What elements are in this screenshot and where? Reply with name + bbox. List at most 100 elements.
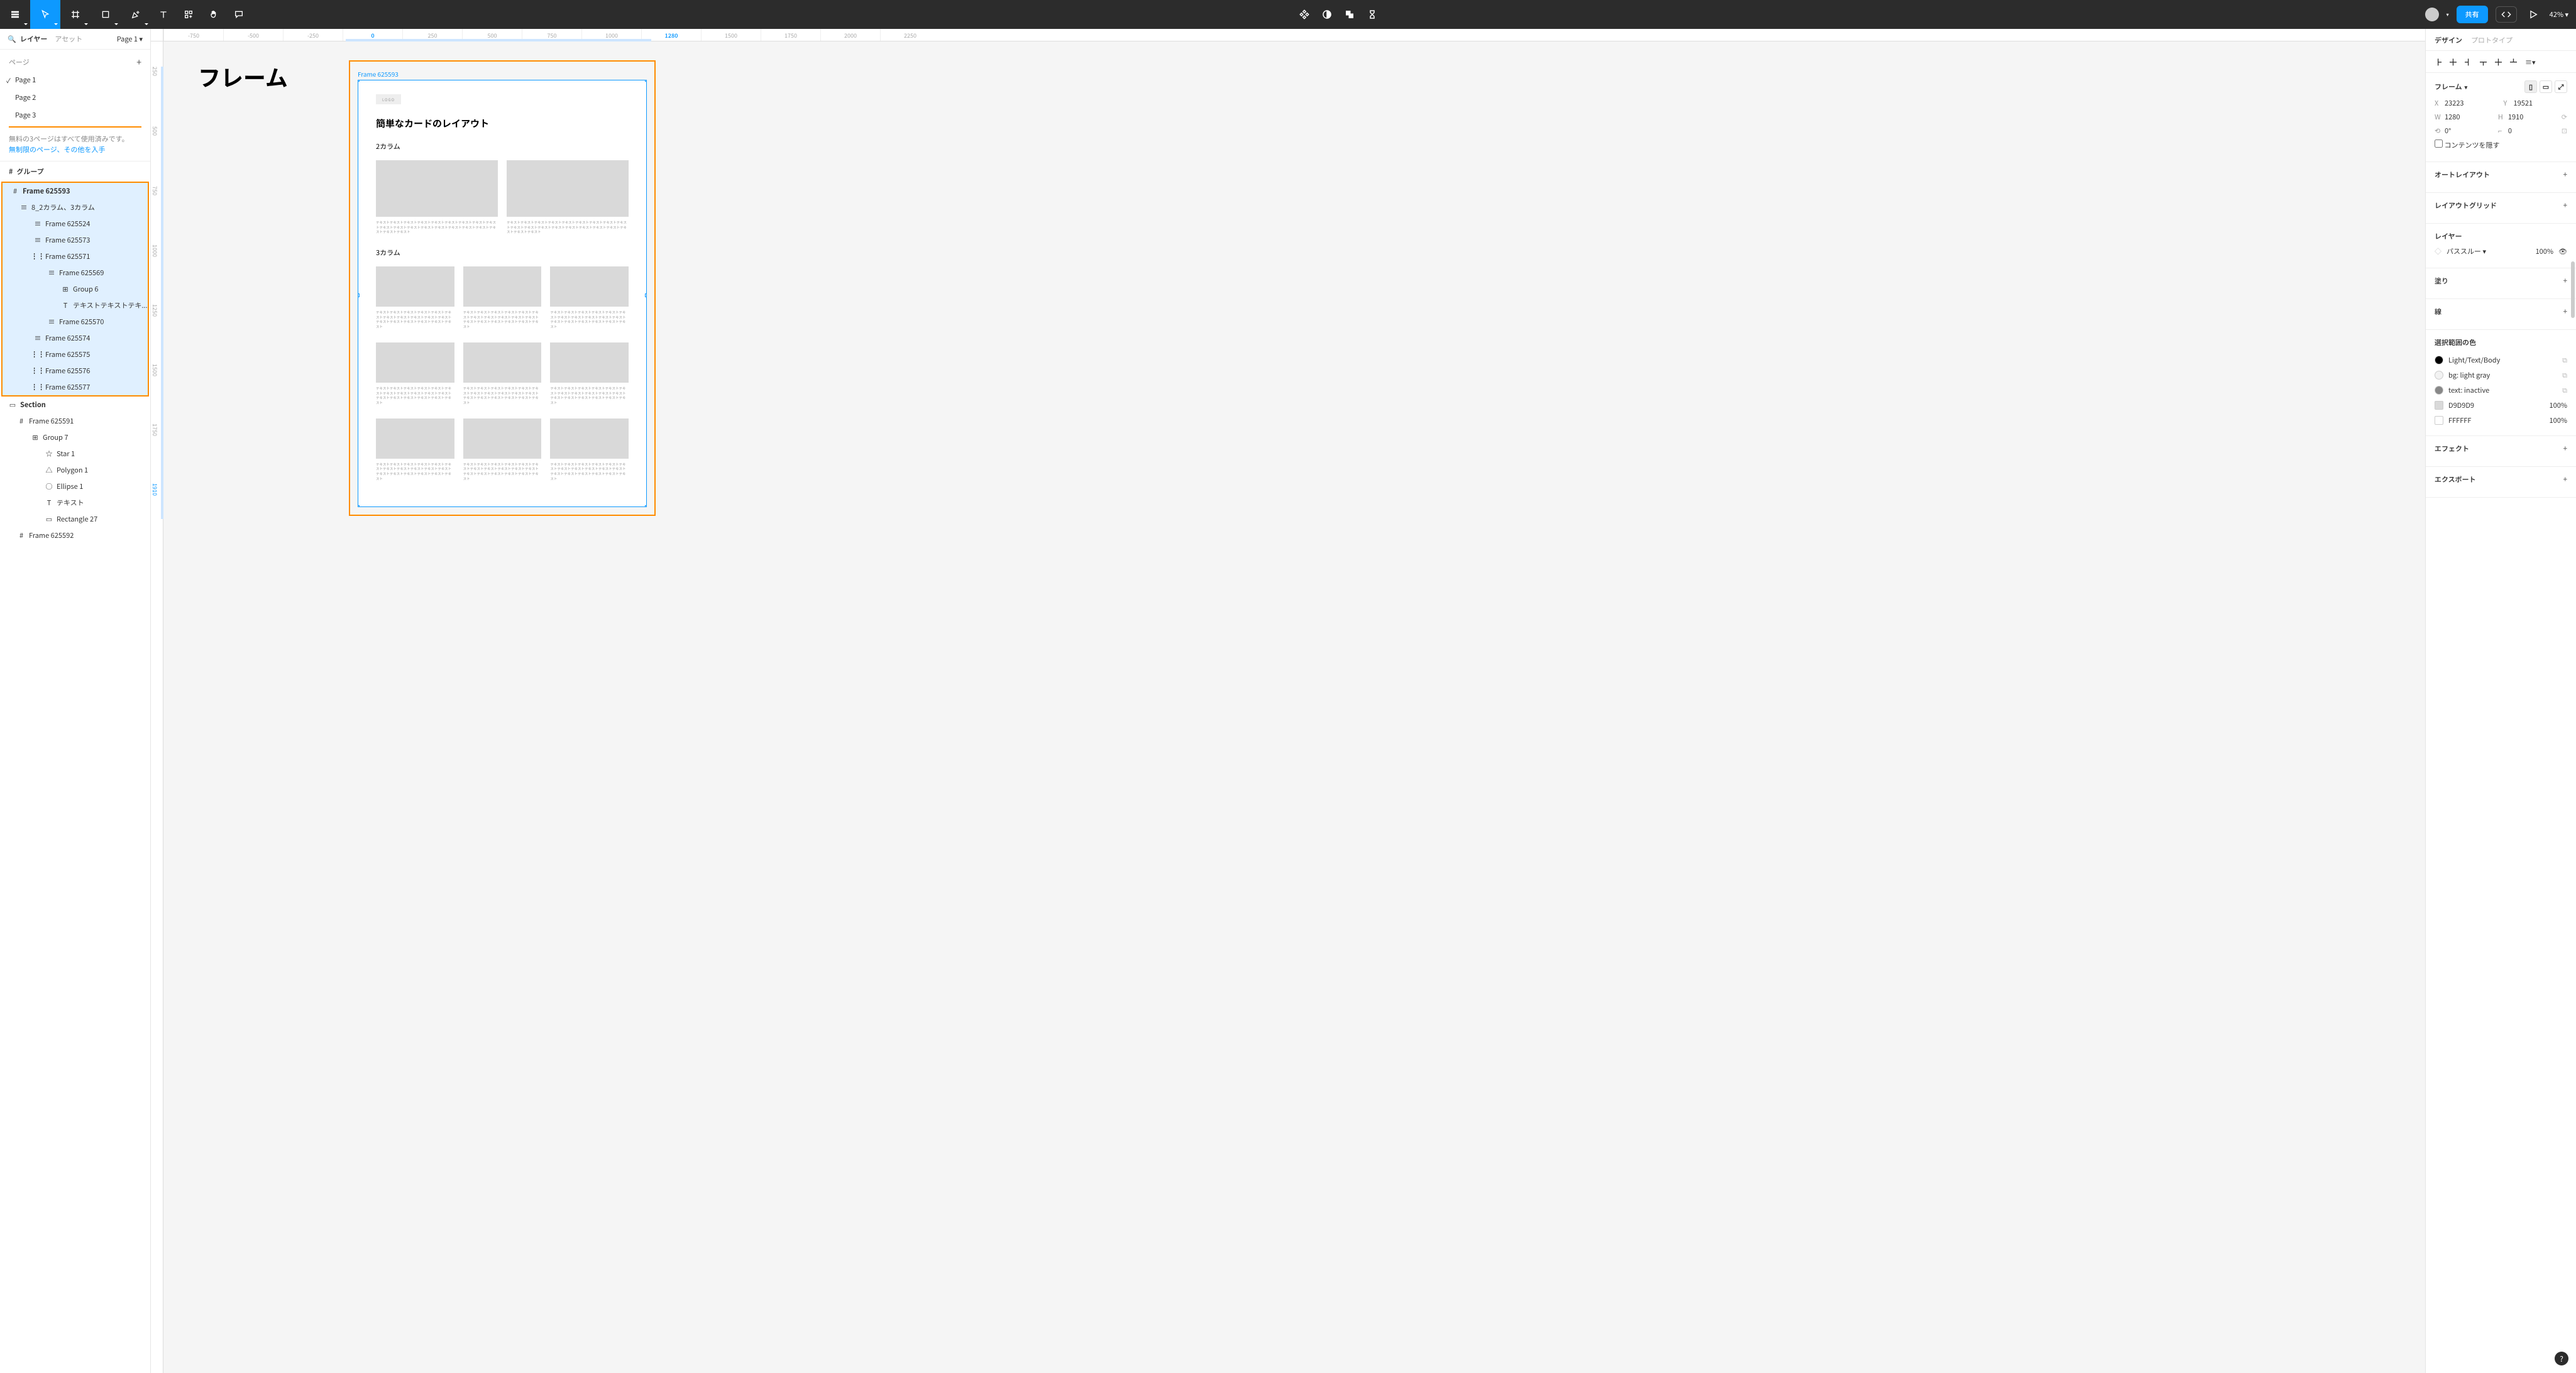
pen-tool[interactable] bbox=[121, 0, 151, 29]
page-row-1[interactable]: Page 1 bbox=[0, 71, 150, 89]
layer-text[interactable]: Tテキスト bbox=[0, 495, 150, 511]
resize-handle[interactable] bbox=[645, 80, 647, 82]
corner-value[interactable]: 0 bbox=[2508, 126, 2512, 136]
align-right-icon[interactable]: ┫ bbox=[2465, 57, 2474, 66]
help-button[interactable]: ? bbox=[2555, 1352, 2568, 1365]
distribute-icon[interactable]: ≡▾ bbox=[2525, 57, 2534, 66]
layer-frame-625571[interactable]: ┇┇Frame 625571 bbox=[3, 248, 148, 265]
layer-frame-625570[interactable]: ≡Frame 625570 bbox=[3, 314, 148, 330]
layer-frame-625591[interactable]: #Frame 625591 bbox=[0, 413, 150, 429]
present-button[interactable] bbox=[2524, 0, 2542, 29]
layer-group-6[interactable]: ⊞Group 6 bbox=[3, 281, 148, 297]
align-vcenter-icon[interactable]: ╋ bbox=[2495, 57, 2504, 66]
align-bottom-icon[interactable]: ┻ bbox=[2510, 57, 2519, 66]
frame-name-label[interactable]: Frame 625593 bbox=[358, 69, 647, 79]
h-value[interactable]: 1910 bbox=[2508, 112, 2523, 122]
layer-frame-625524[interactable]: ≡Frame 625524 bbox=[3, 216, 148, 232]
detach-style-icon[interactable]: ⧉ bbox=[2562, 355, 2567, 365]
clip-content-checkbox[interactable]: コンテンツを隠す bbox=[2435, 139, 2499, 150]
text-tool[interactable] bbox=[151, 0, 176, 29]
artboard-subhead-3col: 3カラム bbox=[376, 248, 629, 258]
layer-star-1[interactable]: ☆Star 1 bbox=[0, 446, 150, 462]
add-effect-button[interactable]: + bbox=[2563, 444, 2567, 454]
resize-handle[interactable] bbox=[358, 293, 360, 297]
layer-text-trunc[interactable]: Tテキストテキストテキ... bbox=[3, 297, 148, 314]
scrollbar-thumb[interactable] bbox=[2571, 261, 2575, 318]
y-value[interactable]: 19521 bbox=[2514, 98, 2533, 108]
dev-mode-button[interactable] bbox=[2496, 6, 2517, 23]
color-row[interactable]: FFFFFF100% bbox=[2435, 413, 2567, 428]
component-icon[interactable] bbox=[1299, 9, 1310, 20]
avatar-caret-icon[interactable]: ▾ bbox=[2447, 11, 2449, 18]
share-button[interactable]: 共有 bbox=[2457, 6, 2488, 23]
layer-polygon-1[interactable]: △Polygon 1 bbox=[0, 462, 150, 478]
upsell-link[interactable]: 無制限のページ、その他を入手 bbox=[9, 145, 105, 155]
dev-handoff-icon[interactable] bbox=[1367, 9, 1378, 20]
search-icon[interactable]: 🔍 bbox=[8, 34, 16, 44]
layer-frame-625569[interactable]: ≡Frame 625569 bbox=[3, 265, 148, 281]
add-fill-button[interactable]: + bbox=[2563, 276, 2567, 286]
shape-tools[interactable] bbox=[91, 0, 121, 29]
layer-frame-625574[interactable]: ≡Frame 625574 bbox=[3, 330, 148, 346]
layer-frame-625592[interactable]: #Frame 625592 bbox=[0, 527, 150, 544]
move-tool[interactable] bbox=[30, 0, 60, 29]
add-export-button[interactable]: + bbox=[2563, 474, 2567, 484]
detach-style-icon[interactable]: ⧉ bbox=[2562, 370, 2567, 380]
resize-hug-icon[interactable]: ▭ bbox=[2540, 80, 2552, 93]
prototype-tab[interactable]: プロトタイプ bbox=[2471, 35, 2513, 50]
frame-tool[interactable] bbox=[60, 0, 91, 29]
selected-frame[interactable]: 1280 × 1910 LOGO 簡単なカードのレイアウト 2カラム テキストテ… bbox=[358, 80, 647, 507]
layer-frame-625576[interactable]: ┇┇Frame 625576 bbox=[3, 363, 148, 379]
page-row-3[interactable]: Page 3 bbox=[0, 106, 150, 124]
layer-opacity[interactable]: 100% bbox=[2536, 246, 2553, 256]
page-row-2[interactable]: Page 2 bbox=[0, 89, 150, 106]
layer-frame-625577[interactable]: ┇┇Frame 625577 bbox=[3, 379, 148, 395]
layer-ellipse-1[interactable]: ○Ellipse 1 bbox=[0, 478, 150, 495]
resize-fill-icon[interactable]: ⤢ bbox=[2555, 80, 2567, 93]
figma-menu-button[interactable] bbox=[0, 0, 30, 29]
hand-tool[interactable] bbox=[201, 0, 226, 29]
layer-rectangle-27[interactable]: ▭Rectangle 27 bbox=[0, 511, 150, 527]
rotation-value[interactable]: 0° bbox=[2445, 126, 2451, 136]
user-avatar[interactable] bbox=[2425, 8, 2439, 21]
resources-tool[interactable] bbox=[176, 0, 201, 29]
add-page-button[interactable]: + bbox=[136, 56, 141, 68]
color-row[interactable]: text: inactive⧉ bbox=[2435, 383, 2567, 398]
comment-tool[interactable] bbox=[226, 0, 251, 29]
independent-corners-icon[interactable]: ⊡ bbox=[2562, 126, 2567, 136]
page-selector[interactable]: Page 1 ▾ bbox=[117, 34, 143, 44]
resize-handle[interactable] bbox=[645, 293, 647, 297]
color-row[interactable]: D9D9D9100% bbox=[2435, 398, 2567, 413]
w-value[interactable]: 1280 bbox=[2445, 112, 2460, 122]
resize-handle[interactable] bbox=[358, 80, 360, 82]
align-left-icon[interactable]: ┣ bbox=[2435, 57, 2443, 66]
layer-group-7[interactable]: ⊞Group 7 bbox=[0, 429, 150, 446]
layer-8-2col[interactable]: ≡8_2カラム、3カラム bbox=[3, 199, 148, 216]
boolean-icon[interactable] bbox=[1344, 9, 1355, 20]
add-autolayout-button[interactable]: + bbox=[2563, 170, 2567, 180]
layer-frame-625593[interactable]: #Frame 625593 bbox=[3, 183, 148, 199]
color-row[interactable]: bg: light gray⧉ bbox=[2435, 368, 2567, 383]
canvas-area[interactable]: -750-500-2500250500750100012801500175020… bbox=[151, 29, 2425, 1373]
detach-style-icon[interactable]: ⧉ bbox=[2562, 385, 2567, 395]
blend-mode[interactable]: パススルー ▾ bbox=[2447, 246, 2486, 256]
add-stroke-button[interactable]: + bbox=[2563, 307, 2567, 317]
align-hcenter-icon[interactable]: ╋ bbox=[2450, 57, 2458, 66]
x-value[interactable]: 23223 bbox=[2445, 98, 2464, 108]
color-row[interactable]: Light/Text/Body⧉ bbox=[2435, 353, 2567, 368]
layer-section[interactable]: ▭Section bbox=[0, 397, 150, 413]
layers-tab[interactable]: レイヤー bbox=[20, 34, 48, 44]
align-top-icon[interactable]: ┳ bbox=[2480, 57, 2489, 66]
resize-handle[interactable] bbox=[358, 505, 360, 507]
visibility-icon[interactable]: 👁 bbox=[2558, 246, 2567, 256]
design-tab[interactable]: デザイン bbox=[2435, 35, 2462, 50]
assets-tab[interactable]: アセット bbox=[55, 34, 82, 44]
resize-fixed-icon[interactable]: ▯ bbox=[2524, 80, 2537, 93]
link-dimensions-icon[interactable]: ⟳ bbox=[2562, 112, 2567, 122]
zoom-level[interactable]: 42% ▾ bbox=[2550, 9, 2568, 19]
mask-icon[interactable] bbox=[1321, 9, 1333, 20]
add-grid-button[interactable]: + bbox=[2563, 200, 2567, 211]
layer-frame-625573[interactable]: ≡Frame 625573 bbox=[3, 232, 148, 248]
layer-frame-625575[interactable]: ┇┇Frame 625575 bbox=[3, 346, 148, 363]
resize-handle[interactable] bbox=[645, 505, 647, 507]
